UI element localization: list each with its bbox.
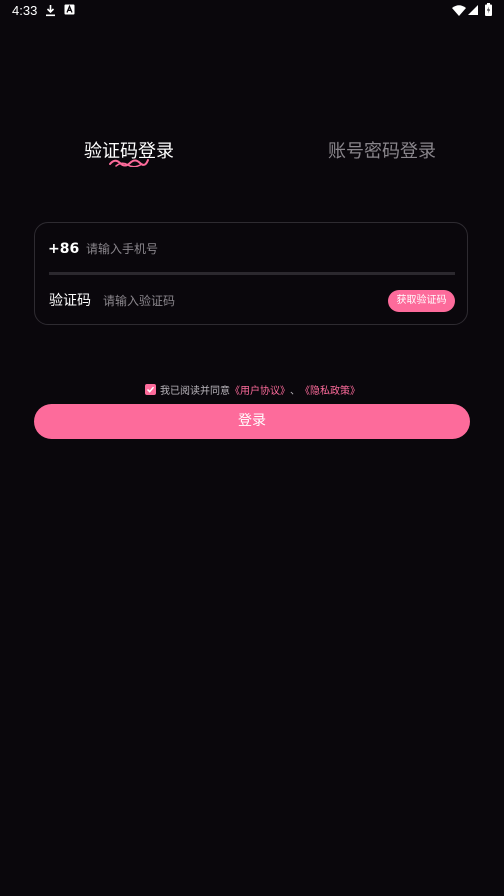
battery-icon [485, 3, 492, 16]
agreement-row: 我已阅读并同意 《用户协议》 、 《隐私政策》 [145, 382, 360, 397]
tab-active-underline [109, 159, 149, 167]
check-icon [146, 386, 155, 393]
agreement-separator: 、 [290, 385, 300, 397]
privacy-policy-link[interactable]: 《隐私政策》 [300, 382, 360, 397]
user-agreement-link[interactable]: 《用户协议》 [230, 382, 290, 397]
get-code-button[interactable]: 获取验证码 [388, 290, 455, 312]
field-divider [49, 272, 455, 275]
login-button[interactable]: 登录 [34, 404, 470, 439]
country-code[interactable]: +86 [48, 240, 79, 258]
text-notification-icon [64, 4, 75, 15]
status-bar: 4:33 [0, 0, 504, 22]
signal-icon [468, 5, 478, 15]
code-label: 验证码 [49, 293, 91, 309]
wifi-icon [452, 5, 466, 16]
phone-input[interactable] [86, 240, 446, 258]
tab-password-login[interactable]: 账号密码登录 [328, 140, 436, 164]
status-time: 4:33 [12, 3, 38, 18]
agreement-text: 我已阅读并同意 [160, 385, 230, 397]
agree-checkbox[interactable] [145, 383, 156, 395]
code-input[interactable] [103, 292, 373, 310]
download-icon [46, 5, 55, 17]
